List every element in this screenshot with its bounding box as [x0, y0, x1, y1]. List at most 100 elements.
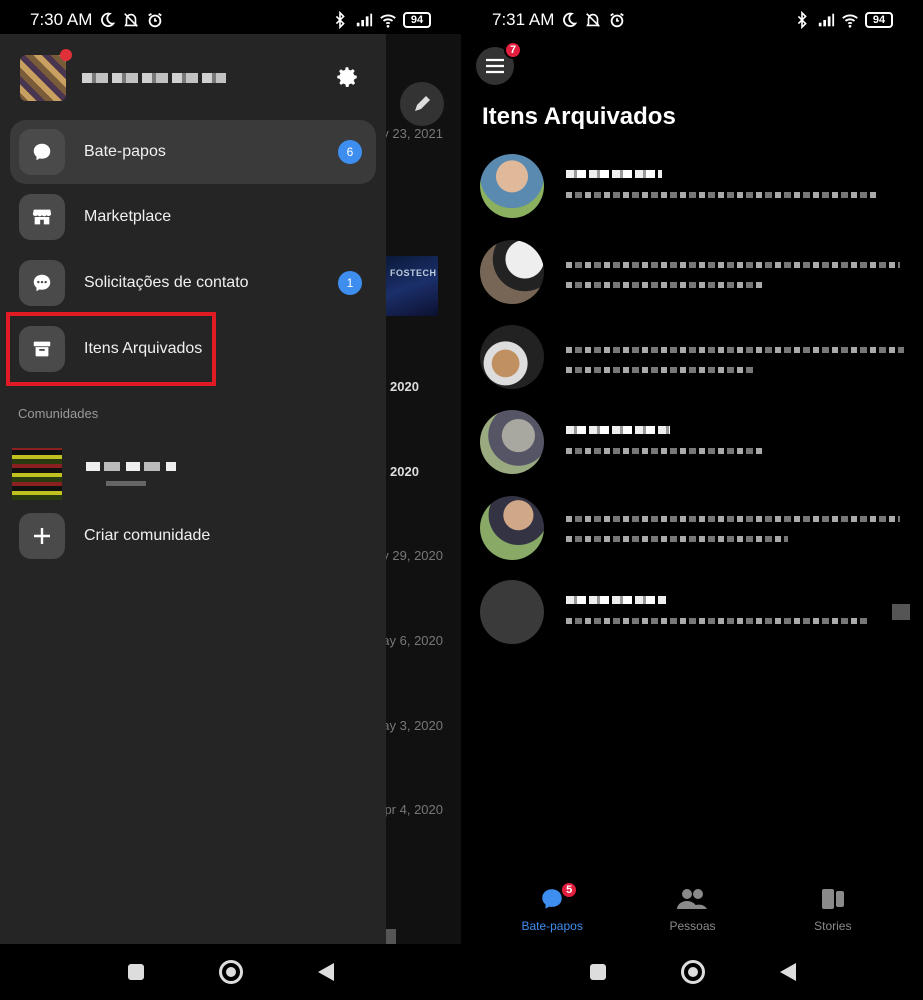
bottom-tab-bar: 5 Bate-papos Pessoas Stories	[462, 881, 923, 944]
community-name-redacted	[86, 462, 176, 486]
avatar	[480, 240, 544, 304]
notification-badge: 5	[560, 881, 579, 899]
message-request-icon	[19, 260, 65, 306]
menu-item-label: Criar comunidade	[84, 527, 211, 544]
back-button[interactable]	[317, 963, 334, 981]
chat-date: ay 3, 2020	[382, 718, 443, 733]
status-time: 7:31 AM	[492, 10, 555, 29]
conversation-snippet-redacted	[566, 536, 788, 542]
unread-badge: 6	[338, 140, 362, 164]
chat-date: 2020	[390, 379, 419, 394]
alarm-icon	[148, 12, 163, 28]
status-bar: 7:31 AM 94	[462, 0, 923, 40]
left-screen: 7:30 AM 94 y 23, 2021 FOSTECH 2020 2020 …	[0, 0, 461, 1000]
avatar[interactable]	[20, 49, 72, 101]
conversation-snippet-redacted	[566, 448, 762, 454]
conversation-snippet-redacted	[566, 192, 876, 198]
conversation-snippet-redacted	[566, 262, 900, 268]
chat-date: 2020	[390, 464, 419, 479]
avatar	[480, 580, 544, 644]
conversation-snippet-redacted	[566, 367, 756, 373]
thumbnail-text: FOSTECH	[390, 268, 437, 278]
list-item[interactable]	[480, 154, 910, 224]
conversation-snippet-redacted	[566, 282, 762, 288]
wifi-icon	[842, 14, 858, 28]
list-item[interactable]	[480, 240, 910, 310]
section-label-comunidades: Comunidades	[18, 406, 99, 421]
right-screen: 7:31 AM 94 7 Itens Arquivados 5 Bate-pap…	[462, 0, 923, 1000]
conversation-name-redacted	[566, 170, 662, 178]
create-community-button[interactable]: Criar comunidade	[10, 504, 376, 568]
list-item[interactable]	[480, 496, 910, 566]
battery-indicator: 94	[865, 12, 893, 28]
list-item[interactable]	[480, 580, 910, 650]
plus-icon	[19, 513, 65, 559]
battery-indicator: 94	[403, 12, 431, 28]
conversation-snippet-redacted	[566, 347, 904, 353]
avatar	[480, 154, 544, 218]
bell-off-icon	[124, 13, 139, 27]
chat-date: y 29, 2020	[382, 548, 443, 563]
tab-pessoas[interactable]: Pessoas	[632, 885, 752, 944]
gear-icon	[337, 67, 357, 87]
unread-indicator	[892, 604, 910, 620]
chat-date: y 23, 2021	[382, 126, 443, 141]
menu-button[interactable]: 7	[476, 41, 522, 85]
tab-label: Stories	[814, 919, 852, 933]
menu-item-label: Bate-papos	[84, 143, 166, 160]
home-button[interactable]	[680, 960, 705, 984]
recents-button[interactable]	[127, 964, 144, 980]
community-avatar	[12, 448, 62, 500]
conversation-name-redacted	[566, 426, 670, 434]
menu-item-marketplace[interactable]: Marketplace	[10, 185, 376, 249]
list-item[interactable]	[480, 410, 910, 480]
menu-item-label: Marketplace	[84, 208, 172, 225]
avatar	[480, 496, 544, 560]
chat-thumbnail: FOSTECH	[386, 256, 438, 316]
system-navigation-bar	[462, 944, 923, 1000]
menu-item-bate-papos[interactable]: Bate-papos 6	[10, 120, 376, 184]
alarm-icon	[610, 12, 625, 28]
list-item[interactable]	[480, 325, 910, 395]
conversation-snippet-redacted	[566, 516, 900, 522]
tab-bate-papos[interactable]: 5 Bate-papos	[492, 881, 612, 944]
navigation-drawer: Bate-papos 6 Marketplace Solicitações de…	[0, 34, 386, 944]
conversation-name-redacted	[566, 596, 666, 604]
tab-stories[interactable]: Stories	[773, 885, 893, 944]
pencil-icon	[415, 96, 430, 111]
menu-item-label: Solicitações de contato	[84, 274, 249, 291]
hamburger-icon	[486, 58, 504, 74]
unread-badge: 1	[338, 271, 362, 295]
notification-badge: 7	[504, 41, 522, 59]
back-button[interactable]	[779, 963, 796, 981]
menu-item-solicitacoes[interactable]: Solicitações de contato 1	[10, 251, 376, 315]
bluetooth-icon	[335, 11, 345, 29]
chat-date: pr 4, 2020	[384, 802, 443, 817]
signal-icon	[818, 13, 835, 27]
red-highlight-box	[6, 312, 216, 386]
tab-label: Bate-papos	[521, 919, 583, 933]
home-button[interactable]	[218, 960, 243, 984]
profile-header[interactable]	[20, 49, 366, 102]
chat-bubble-icon	[19, 129, 65, 175]
storefront-icon	[19, 194, 65, 240]
tab-label: Pessoas	[669, 919, 716, 933]
avatar	[480, 325, 544, 389]
people-icon	[676, 885, 708, 913]
wifi-icon	[380, 14, 396, 28]
recents-button[interactable]	[589, 964, 606, 980]
signal-icon	[356, 13, 373, 27]
settings-button[interactable]	[332, 62, 362, 92]
conversation-snippet-redacted	[566, 618, 868, 624]
community-item[interactable]	[12, 446, 312, 502]
status-time: 7:30 AM	[30, 10, 93, 29]
moon-icon	[563, 12, 578, 28]
bluetooth-icon	[797, 11, 807, 29]
profile-name-redacted	[82, 73, 226, 83]
avatar	[480, 410, 544, 474]
page-title: Itens Arquivados	[482, 103, 676, 130]
chat-date: ay 6, 2020	[382, 633, 443, 648]
compose-button[interactable]	[400, 82, 444, 126]
moon-icon	[101, 12, 116, 28]
bell-off-icon	[586, 13, 601, 27]
